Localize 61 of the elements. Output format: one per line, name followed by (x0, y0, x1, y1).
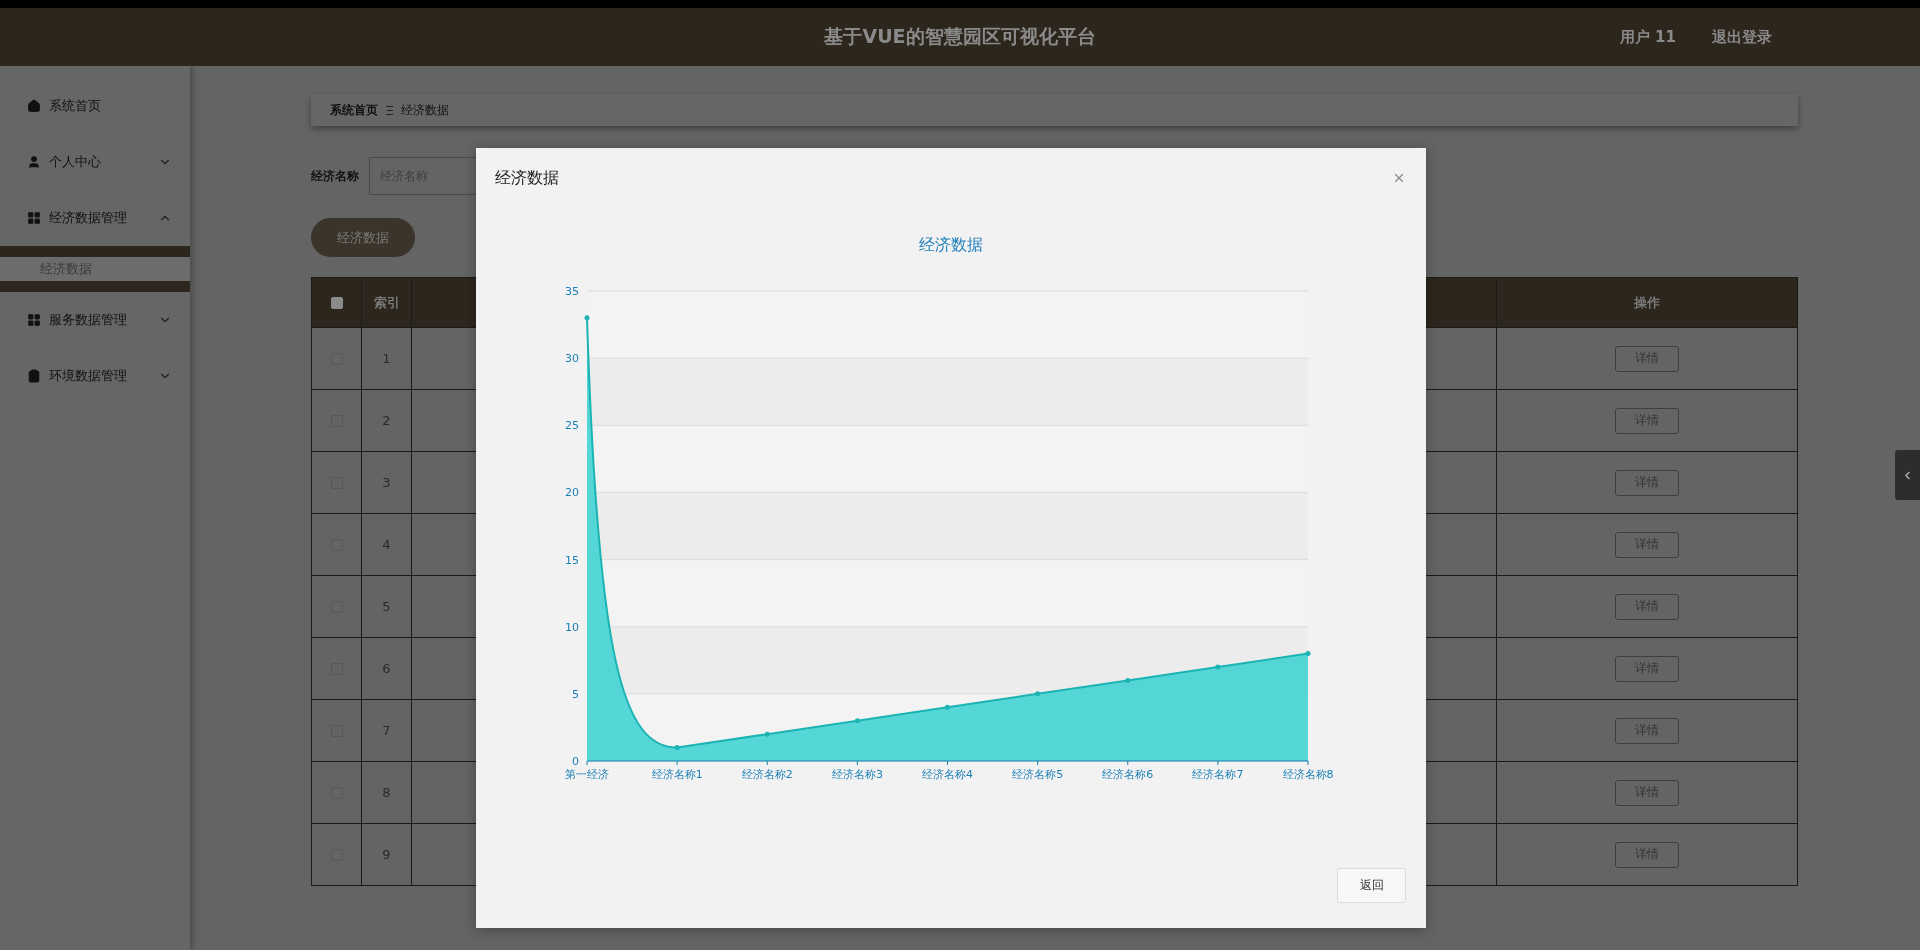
table-cell: 9 (362, 824, 412, 885)
axis-label: 35 (565, 285, 579, 298)
close-icon (1392, 171, 1406, 185)
sidebar-item[interactable]: 经济数据管理 (0, 190, 190, 246)
chart-title: 经济数据 (919, 235, 983, 254)
table-cell: 8 (362, 762, 412, 823)
back-button[interactable]: 返回 (1337, 868, 1406, 903)
data-point (945, 704, 950, 710)
table-cell: 1 (362, 328, 412, 389)
axis-label: 0 (572, 755, 579, 768)
logout-link[interactable]: 退出登录 (1712, 27, 1772, 47)
axis-label: 10 (565, 620, 579, 634)
table-cell: 6 (362, 638, 412, 699)
column-header: 索引 (362, 278, 412, 327)
sidebar-item[interactable]: 服务数据管理 (0, 292, 190, 348)
checkbox[interactable] (330, 296, 343, 309)
axis-label: 第一经济 (565, 768, 609, 781)
axis-label: 经济名称2 (741, 768, 793, 781)
separator-icon (386, 105, 393, 115)
axis-label: 经济名称5 (1012, 768, 1064, 781)
sidebar-item[interactable]: 环境数据管理 (0, 348, 190, 404)
breadcrumb-link[interactable]: 系统首页 (330, 101, 378, 119)
user-icon (27, 155, 41, 169)
axis-label: 经济名称4 (922, 768, 973, 781)
data-point (584, 315, 590, 321)
data-button[interactable]: 经济数据 (311, 218, 415, 257)
data-point (1305, 651, 1311, 657)
search-label: 经济名称 (311, 167, 359, 185)
axis-label: 经济名称7 (1192, 768, 1244, 781)
user-link[interactable]: 用户 11 (1619, 27, 1676, 47)
column-header: 操作 (1633, 293, 1661, 312)
axis-label: 25 (565, 419, 579, 433)
table-cell: 5 (362, 576, 412, 637)
clipboard-icon (27, 369, 41, 383)
axis-label: 经济名称1 (651, 768, 703, 781)
grid-icon (27, 313, 41, 327)
table-cell: 7 (362, 700, 412, 761)
table-cell: 4 (362, 514, 412, 575)
close-button[interactable] (1392, 171, 1406, 185)
app-title: 基于VUE的智慧园区可视化平台 (824, 24, 1096, 49)
data-point (1215, 664, 1221, 670)
data-point (1035, 691, 1041, 697)
axis-label: 经济名称6 (1102, 768, 1154, 781)
home-icon (27, 99, 41, 113)
side-tab[interactable] (1895, 450, 1920, 500)
axis-label: 20 (565, 486, 579, 500)
data-point (1125, 677, 1131, 683)
table-cell: 3 (362, 452, 412, 513)
axis-label: 5 (572, 687, 579, 701)
grid-icon (27, 211, 41, 225)
breadcrumb-link[interactable]: 经济数据 (401, 101, 449, 119)
axis-label: 经济名称3 (831, 768, 883, 781)
sidebar-item[interactable]: 个人中心 (0, 134, 190, 190)
axis-label: 经济名称8 (1282, 768, 1334, 781)
data-point (764, 731, 770, 737)
data-point (674, 745, 680, 751)
data-point (854, 718, 860, 724)
sidebar-item[interactable]: 系统首页 (0, 78, 190, 134)
axis-label: 15 (565, 553, 579, 567)
axis-label: 30 (565, 352, 579, 366)
table-cell: 2 (362, 390, 412, 451)
